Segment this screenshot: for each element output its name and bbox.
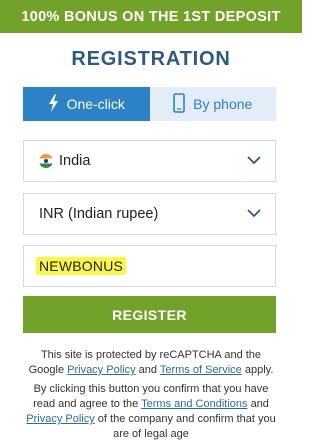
register-button[interactable]: REGISTER [23,296,276,333]
phone-icon [173,92,185,116]
currency-select[interactable]: INR (Indian rupee) [23,193,276,235]
country-value: India [59,153,91,169]
consent-text-mid: and [247,398,269,410]
bonus-banner: 100% BONUS ON THE 1ST DEPOSIT [0,0,302,33]
currency-value: INR (Indian rupee) [39,206,159,222]
recaptcha-text-post: apply. [241,364,274,376]
consent-note: By clicking this button you confirm that… [22,382,280,441]
tab-by-phone[interactable]: By phone [149,87,276,121]
terms-of-service-link[interactable]: Terms of Service [160,364,242,376]
tab-by-phone-label: By phone [193,96,253,112]
promo-code-input[interactable]: NEWBONUS [23,245,276,287]
chevron-down-icon [247,153,261,169]
consent-text-post: of the company and confirm that you are … [94,413,276,440]
country-select[interactable]: India [23,140,276,182]
page-title: REGISTRATION [71,48,231,70]
privacy-policy-link[interactable]: Privacy Policy [67,364,135,376]
promo-code-value: NEWBONUS [36,257,127,275]
recaptcha-text-mid: and [135,364,160,376]
terms-and-conditions-link[interactable]: Terms and Conditions [141,398,247,410]
registration-tabs: One-click By phone [23,87,276,121]
lightning-icon [48,93,59,115]
tab-one-click-label: One-click [66,96,125,112]
tab-one-click[interactable]: One-click [23,87,150,121]
consent-privacy-policy-link[interactable]: Privacy Policy [26,413,94,425]
register-button-label: REGISTER [112,306,187,323]
india-flag-icon [39,154,53,168]
bonus-banner-text: 100% BONUS ON THE 1ST DEPOSIT [21,8,281,25]
chevron-down-icon [247,206,261,222]
recaptcha-note: This site is protected by reCAPTCHA and … [22,348,280,378]
